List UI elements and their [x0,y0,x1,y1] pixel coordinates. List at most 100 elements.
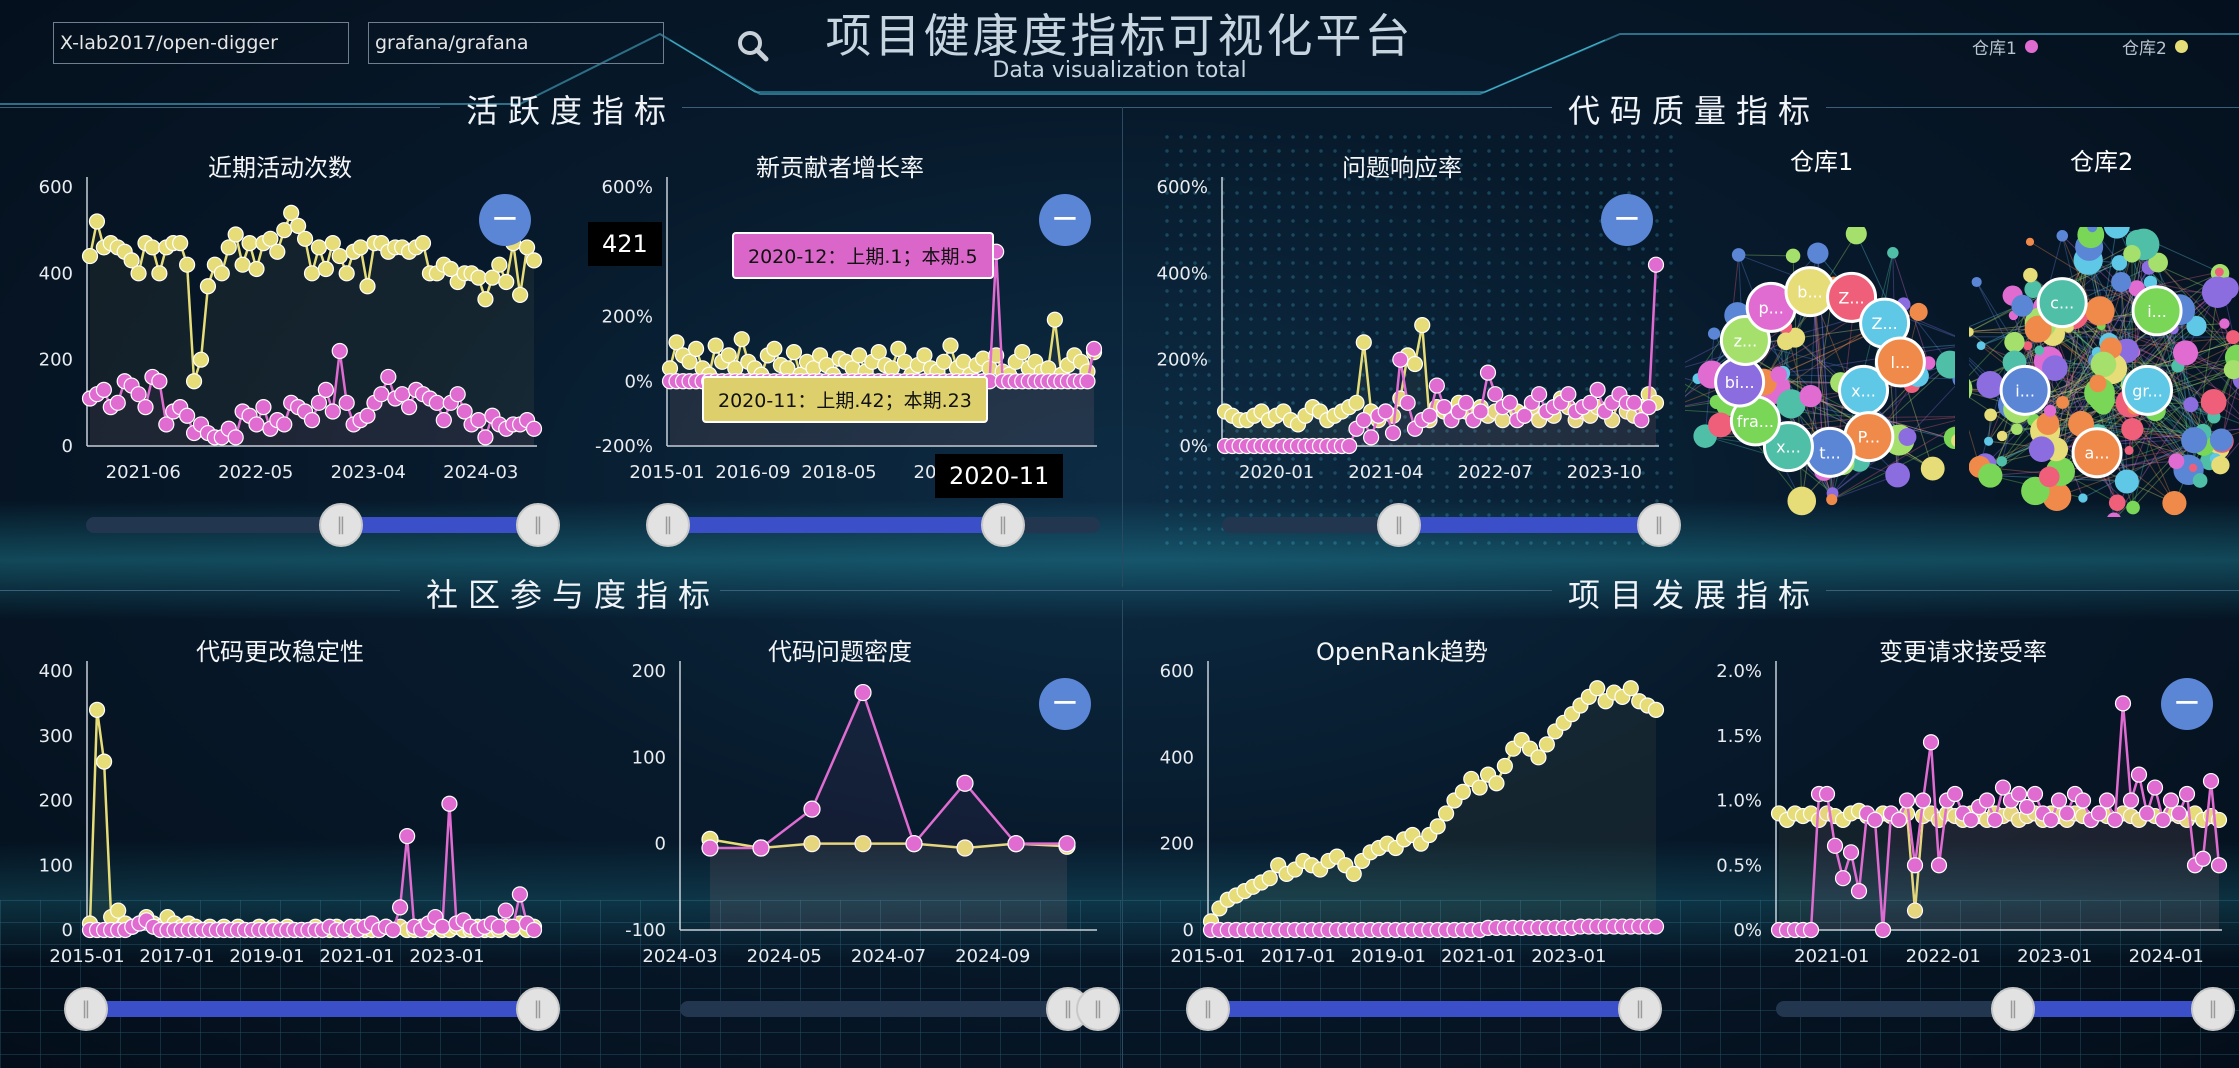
data-point [2162,792,2180,809]
data-point [303,265,321,282]
data-point [352,239,369,256]
data-point [498,273,515,291]
slider-handle-end[interactable] [516,987,560,1031]
data-point [1842,844,1860,861]
y-tick-label: 2.0% [1716,661,1762,682]
y-tick-label: 600 [39,177,73,198]
slider-handle-end[interactable] [516,503,560,547]
zoom-reset-button-new-contributors[interactable]: − [1039,194,1091,246]
data-point [373,386,390,403]
y-tick-label: 600% [1157,177,1208,198]
x-tick-label: 2023-04 [331,462,406,483]
time-slider-pr-acceptance[interactable] [1776,987,2235,1031]
data-point [1946,785,1964,803]
data-point [2090,805,2108,822]
data-point [1363,429,1380,446]
data-point [95,753,113,770]
data-point [227,429,244,446]
x-tick-label: 2023-10 [1567,462,1642,483]
data-point [1589,381,1606,398]
data-point [435,412,452,429]
data-point [227,226,244,243]
time-slider-issue-density[interactable] [680,987,1120,1031]
data-point [1531,386,1548,403]
x-tick-label: 2021-04 [1348,462,1423,483]
slider-handle-start[interactable] [1186,987,1230,1031]
x-tick-label: 2024-09 [955,946,1030,967]
data-point [733,331,750,348]
data-point [1406,355,1424,373]
data-point [1850,883,1868,900]
data-point [391,899,409,916]
x-tick-label: 2019-01 [1351,946,1426,967]
y-tick-label: 0% [1179,436,1208,457]
time-slider-openrank[interactable] [1186,987,1662,1031]
data-point [1866,811,1884,829]
data-point [1874,921,1892,939]
data-point [1414,317,1431,334]
y-tick-label: 200% [1157,350,1208,371]
time-slider-new-contributors[interactable] [646,503,1100,547]
data-point [384,921,402,939]
data-point [1625,394,1643,411]
slider-handle-end[interactable] [2191,987,2235,1031]
data-point [1488,775,1505,792]
data-point [1079,373,1096,390]
data-point [707,337,724,354]
x-tick-label: 2024-03 [642,946,717,967]
zoom-reset-button-issue-density[interactable]: − [1039,678,1091,730]
y-tick-label: 200 [39,350,73,371]
zoom-reset-button-activity[interactable]: − [479,194,531,246]
data-point [241,235,258,252]
y-tick-label: 0 [655,834,666,855]
data-point [525,252,543,269]
slider-handle-end[interactable] [1076,987,1120,1031]
data-point [151,265,168,282]
data-point [2026,785,2044,803]
data-point [88,213,106,230]
data-point [1345,865,1362,882]
series-area [90,709,534,930]
tooltip-current: 2020-12：上期.1；本期.5 [732,232,994,279]
data-point [491,256,508,273]
y-tick-label: 600% [602,177,653,198]
slider-handle-end[interactable] [1637,503,1681,547]
data-point [172,235,189,252]
data-point [1479,364,1497,381]
data-point [525,921,543,939]
y-tick-label: 0% [624,371,653,392]
time-slider-code-stability[interactable] [64,987,560,1031]
slider-handle-start[interactable] [646,503,690,547]
zoom-reset-button-pr-acceptance[interactable]: − [2161,678,2213,730]
data-point [2106,811,2124,829]
slider-handle-start[interactable] [1991,987,2035,1031]
data-point [1437,805,1455,822]
data-point [1007,835,1025,853]
data-point [1472,403,1489,420]
slider-handle-start[interactable] [64,987,108,1031]
data-point [1341,437,1358,455]
data-point [1046,311,1063,328]
data-point [490,918,507,935]
data-point [130,265,147,282]
slider-handle-start[interactable] [319,503,363,547]
x-tick-label: 2023-01 [409,946,484,967]
data-point [331,247,348,265]
data-point [192,351,210,368]
series-area [710,692,1067,930]
data-point [269,243,286,260]
data-point [317,260,334,278]
data-point [2058,805,2076,822]
slider-handle-end[interactable] [1618,987,1662,1031]
slider-handle-start[interactable] [1377,503,1421,547]
time-slider-issue-response[interactable] [1222,503,1681,547]
zoom-reset-button-issue-response[interactable]: − [1601,194,1653,246]
data-point [1454,783,1471,800]
time-slider-activity[interactable] [86,503,560,547]
data-point [1818,785,1836,803]
data-point [1890,811,1908,829]
slider-handle-end[interactable] [981,503,1025,547]
data-point [449,386,466,403]
y-tick-label: 0 [62,920,73,941]
x-tick-label: 20 [914,462,937,483]
